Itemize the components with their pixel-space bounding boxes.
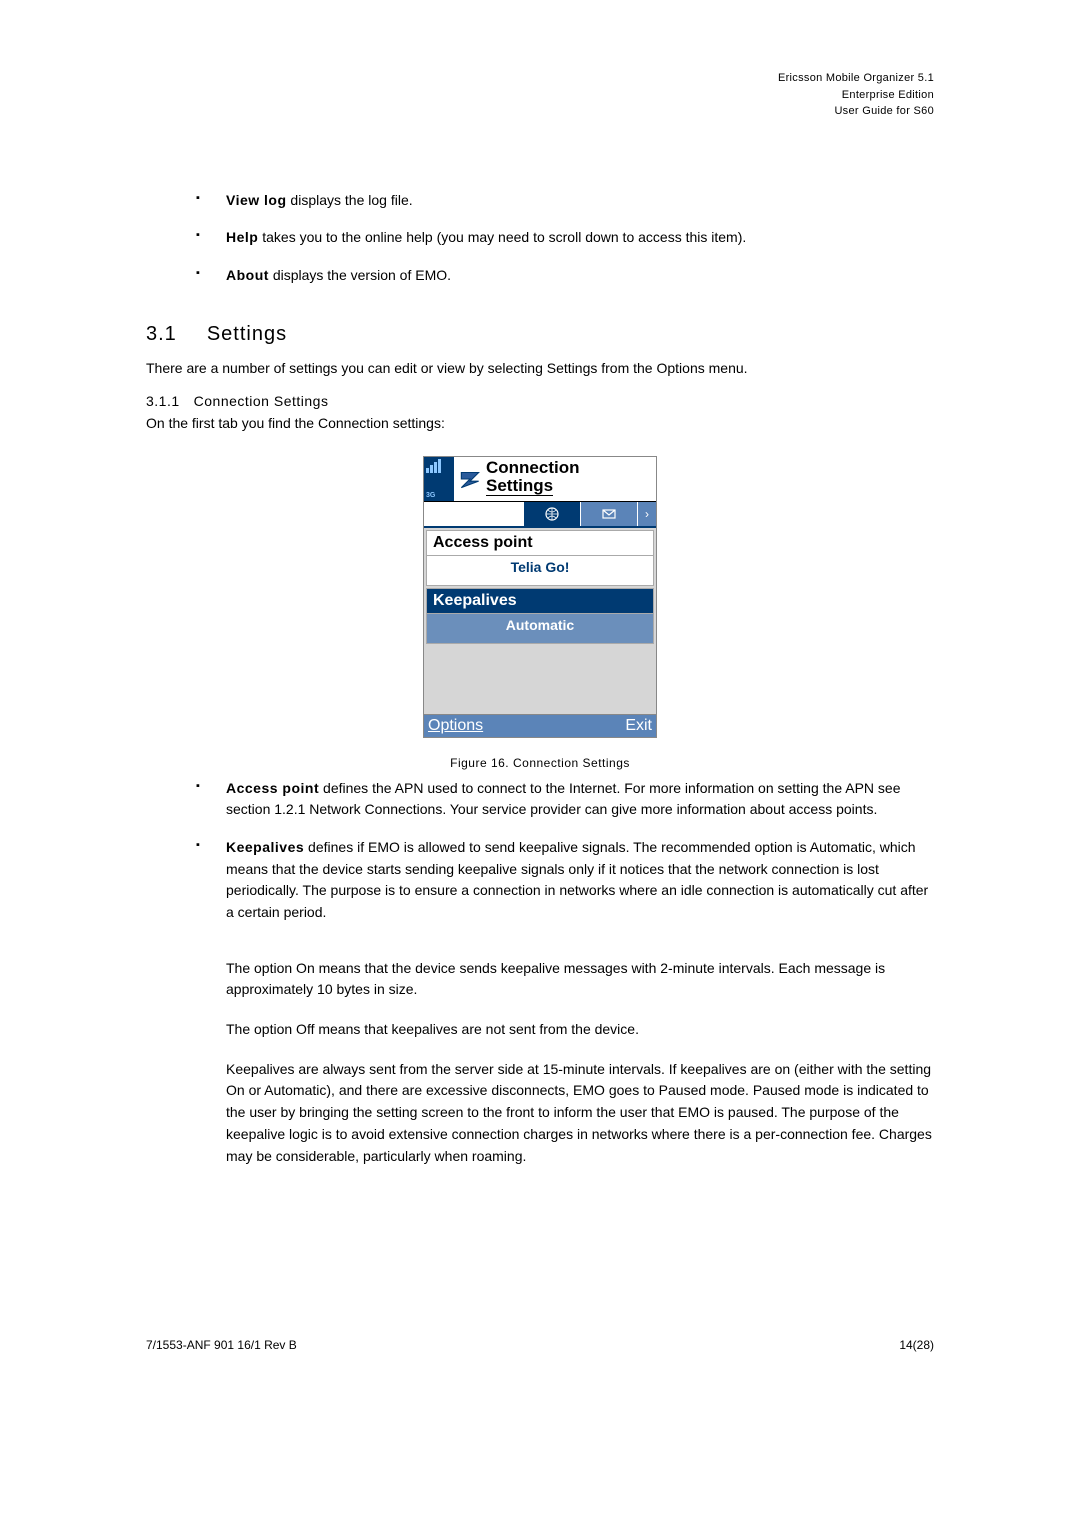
keepalives-value: Automatic — [426, 614, 654, 644]
para-on: The option On means that the device send… — [226, 958, 934, 1001]
options-softkey[interactable]: Options — [428, 717, 483, 735]
title-line-1: Connection — [486, 459, 656, 478]
exit-softkey[interactable]: Exit — [625, 717, 652, 735]
list-item: About displays the version of EMO. — [196, 265, 934, 287]
header-line-3: User Guide for S60 — [146, 103, 934, 120]
text: displays the log file. — [287, 192, 413, 208]
text: displays the version of EMO. — [269, 267, 451, 283]
phone-body: Access point Telia Go! Keepalives Automa… — [424, 528, 656, 714]
subsection-heading: 3.1.1 Connection Settings — [146, 393, 934, 409]
page-number: 14(28) — [899, 1338, 934, 1352]
tab-mail[interactable] — [581, 502, 638, 526]
list-item: Help takes you to the online help (you m… — [196, 227, 934, 249]
body-bullet-list: Access point defines the APN used to con… — [146, 778, 934, 924]
subsection-number: 3.1.1 — [146, 393, 180, 409]
section-number: 3.1 — [146, 323, 177, 345]
term: View log — [226, 192, 287, 208]
phone-softkeys: Options Exit — [424, 714, 656, 737]
keepalives-label: Keepalives — [426, 588, 654, 614]
app-logo-icon — [454, 457, 486, 501]
subsection-title: Connection Settings — [194, 393, 329, 409]
phone-tab-bar: › — [424, 502, 656, 528]
signal-bars-icon — [426, 459, 452, 473]
globe-icon — [544, 506, 560, 522]
doc-id: 7/1553-ANF 901 16/1 Rev B — [146, 1338, 297, 1352]
figure-caption: Figure 16. Connection Settings — [146, 756, 934, 770]
mail-icon — [601, 506, 617, 522]
section-heading: 3.1 Settings — [146, 323, 934, 346]
term: Help — [226, 229, 258, 245]
access-point-label: Access point — [426, 530, 654, 556]
term: About — [226, 267, 269, 283]
phone-empty-area — [426, 646, 654, 712]
tab-connection[interactable] — [524, 502, 581, 526]
text: defines the APN used to connect to the I… — [226, 780, 900, 818]
term: Access point — [226, 780, 319, 796]
header-line-1: Ericsson Mobile Organizer 5.1 — [146, 70, 934, 87]
document-page: Ericsson Mobile Organizer 5.1 Enterprise… — [0, 0, 1080, 1400]
title-line-2: Settings — [486, 476, 553, 496]
section-intro: There are a number of settings you can e… — [146, 358, 934, 379]
text: defines if EMO is allowed to send keepal… — [226, 839, 928, 920]
header-line-2: Enterprise Edition — [146, 87, 934, 104]
subsection-intro: On the first tab you find the Connection… — [146, 413, 934, 434]
list-item: Keepalives defines if EMO is allowed to … — [196, 837, 934, 924]
phone-title: Connection Settings — [486, 457, 656, 501]
page-header: Ericsson Mobile Organizer 5.1 Enterprise… — [146, 70, 934, 120]
phone-screenshot: 3G Connection Settings › Access point — [423, 456, 657, 738]
text: takes you to the online help (you may ne… — [258, 229, 746, 245]
network-label: 3G — [426, 492, 452, 499]
para-server: Keepalives are always sent from the serv… — [226, 1059, 934, 1167]
access-point-value: Telia Go! — [426, 556, 654, 586]
para-off: The option Off means that keepalives are… — [226, 1019, 934, 1041]
page-footer: 7/1553-ANF 901 16/1 Rev B 14(28) — [146, 1338, 934, 1352]
phone-title-bar: 3G Connection Settings — [424, 457, 656, 502]
intro-bullet-list: View log displays the log file. Help tak… — [146, 190, 934, 287]
term: Keepalives — [226, 839, 304, 855]
tab-arrow-right[interactable]: › — [638, 502, 656, 526]
section-title: Settings — [207, 323, 287, 345]
signal-indicator: 3G — [424, 457, 454, 501]
access-point-field[interactable]: Access point Telia Go! — [426, 530, 654, 586]
list-item: Access point defines the APN used to con… — [196, 778, 934, 821]
tab-spacer — [424, 502, 524, 526]
list-item: View log displays the log file. — [196, 190, 934, 212]
keepalives-field[interactable]: Keepalives Automatic — [426, 588, 654, 644]
